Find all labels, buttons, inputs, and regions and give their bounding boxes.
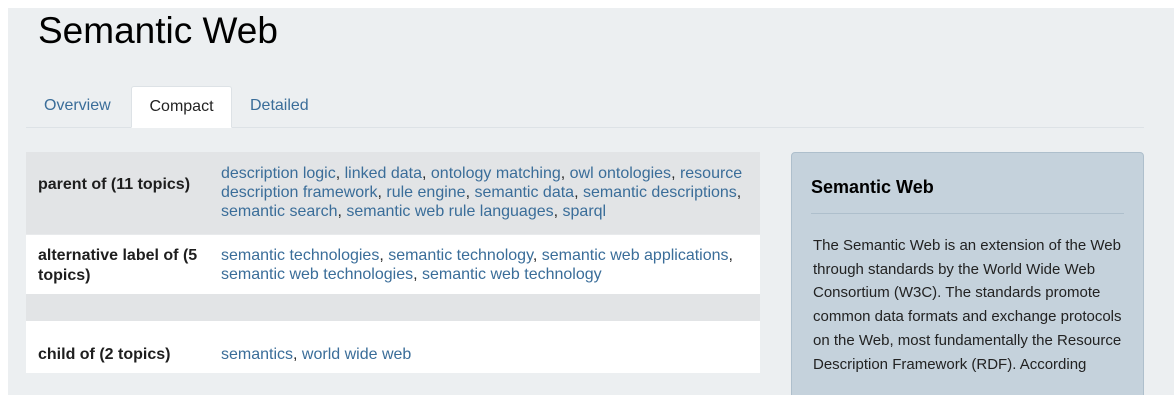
topic-link[interactable]: semantics: [221, 346, 293, 363]
topic-link[interactable]: sparql: [563, 203, 607, 220]
topic-link[interactable]: semantic web technologies: [221, 266, 413, 283]
relation-topics: semantics, world wide web: [221, 345, 756, 364]
topic-separator: ,: [736, 184, 742, 201]
topic-link[interactable]: owl ontologies: [570, 165, 671, 182]
relation-topics: semantic technologies, semantic technolo…: [221, 246, 756, 284]
topic-link[interactable]: semantic technology: [388, 247, 533, 264]
relation-row-child-of: child of (2 topics) semantics, world wid…: [26, 321, 760, 373]
info-panel-divider: [811, 213, 1124, 214]
topic-separator: ,: [413, 266, 422, 283]
relation-row-alternative-label-of: alternative label of (5 topics) semantic…: [26, 234, 760, 294]
topic-link[interactable]: semantic web rule languages: [346, 203, 553, 220]
topic-separator: ,: [422, 165, 431, 182]
topic-link[interactable]: semantic web technology: [422, 266, 602, 283]
tab-detailed[interactable]: Detailed: [234, 86, 325, 128]
tab-compact[interactable]: Compact: [131, 86, 232, 128]
topic-link[interactable]: rule engine: [386, 184, 465, 201]
relations-table: parent of (11 topics) description logic,…: [26, 152, 760, 373]
relation-row-parent-of: parent of (11 topics) description logic,…: [26, 152, 760, 234]
relation-topics: description logic, linked data, ontology…: [221, 164, 756, 221]
topic-separator: ,: [335, 165, 345, 182]
info-panel-description: The Semantic Web is an extension of the …: [813, 237, 1122, 373]
topic-link[interactable]: world wide web: [302, 346, 411, 363]
relation-label: child of (2 topics): [38, 346, 171, 363]
topic-link[interactable]: linked data: [345, 165, 422, 182]
topic-separator: ,: [379, 247, 389, 264]
relation-label: parent of (11 topics): [38, 176, 191, 193]
topic-link[interactable]: description logic: [221, 165, 336, 182]
topic-info-panel: Semantic Web The Semantic Web is an exte…: [791, 152, 1144, 395]
tab-overview[interactable]: Overview: [28, 86, 127, 128]
topic-separator: ,: [574, 184, 583, 201]
topic-link[interactable]: semantic web applications: [542, 247, 729, 264]
topic-separator: ,: [553, 203, 563, 220]
topic-link[interactable]: semantic descriptions: [583, 184, 737, 201]
topic-separator: ,: [728, 247, 733, 264]
topic-separator: ,: [560, 165, 570, 182]
topic-separator: ,: [671, 165, 680, 182]
tab-bar: Overview Compact Detailed: [26, 86, 1144, 128]
relation-row-spacer: [26, 294, 760, 321]
info-panel-title: Semantic Web: [811, 177, 934, 197]
topic-link[interactable]: semantic technologies: [221, 247, 379, 264]
topic-separator: ,: [293, 346, 302, 363]
topic-link[interactable]: ontology matching: [431, 165, 561, 182]
topic-link[interactable]: semantic search: [221, 203, 338, 220]
page-title: Semantic Web: [38, 10, 278, 51]
topic-separator: ,: [532, 247, 542, 264]
relation-label: alternative label of (5 topics): [38, 247, 198, 284]
topic-link[interactable]: semantic data: [474, 184, 574, 201]
